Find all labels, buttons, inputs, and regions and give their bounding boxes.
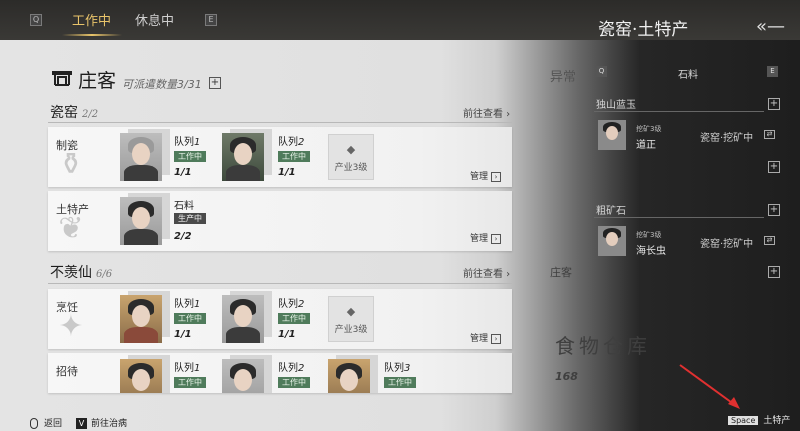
red-annotation-arrow-icon	[679, 364, 740, 409]
space-key: Space	[728, 416, 759, 425]
space-key-hint[interactable]: Space 土特产	[728, 413, 790, 426]
